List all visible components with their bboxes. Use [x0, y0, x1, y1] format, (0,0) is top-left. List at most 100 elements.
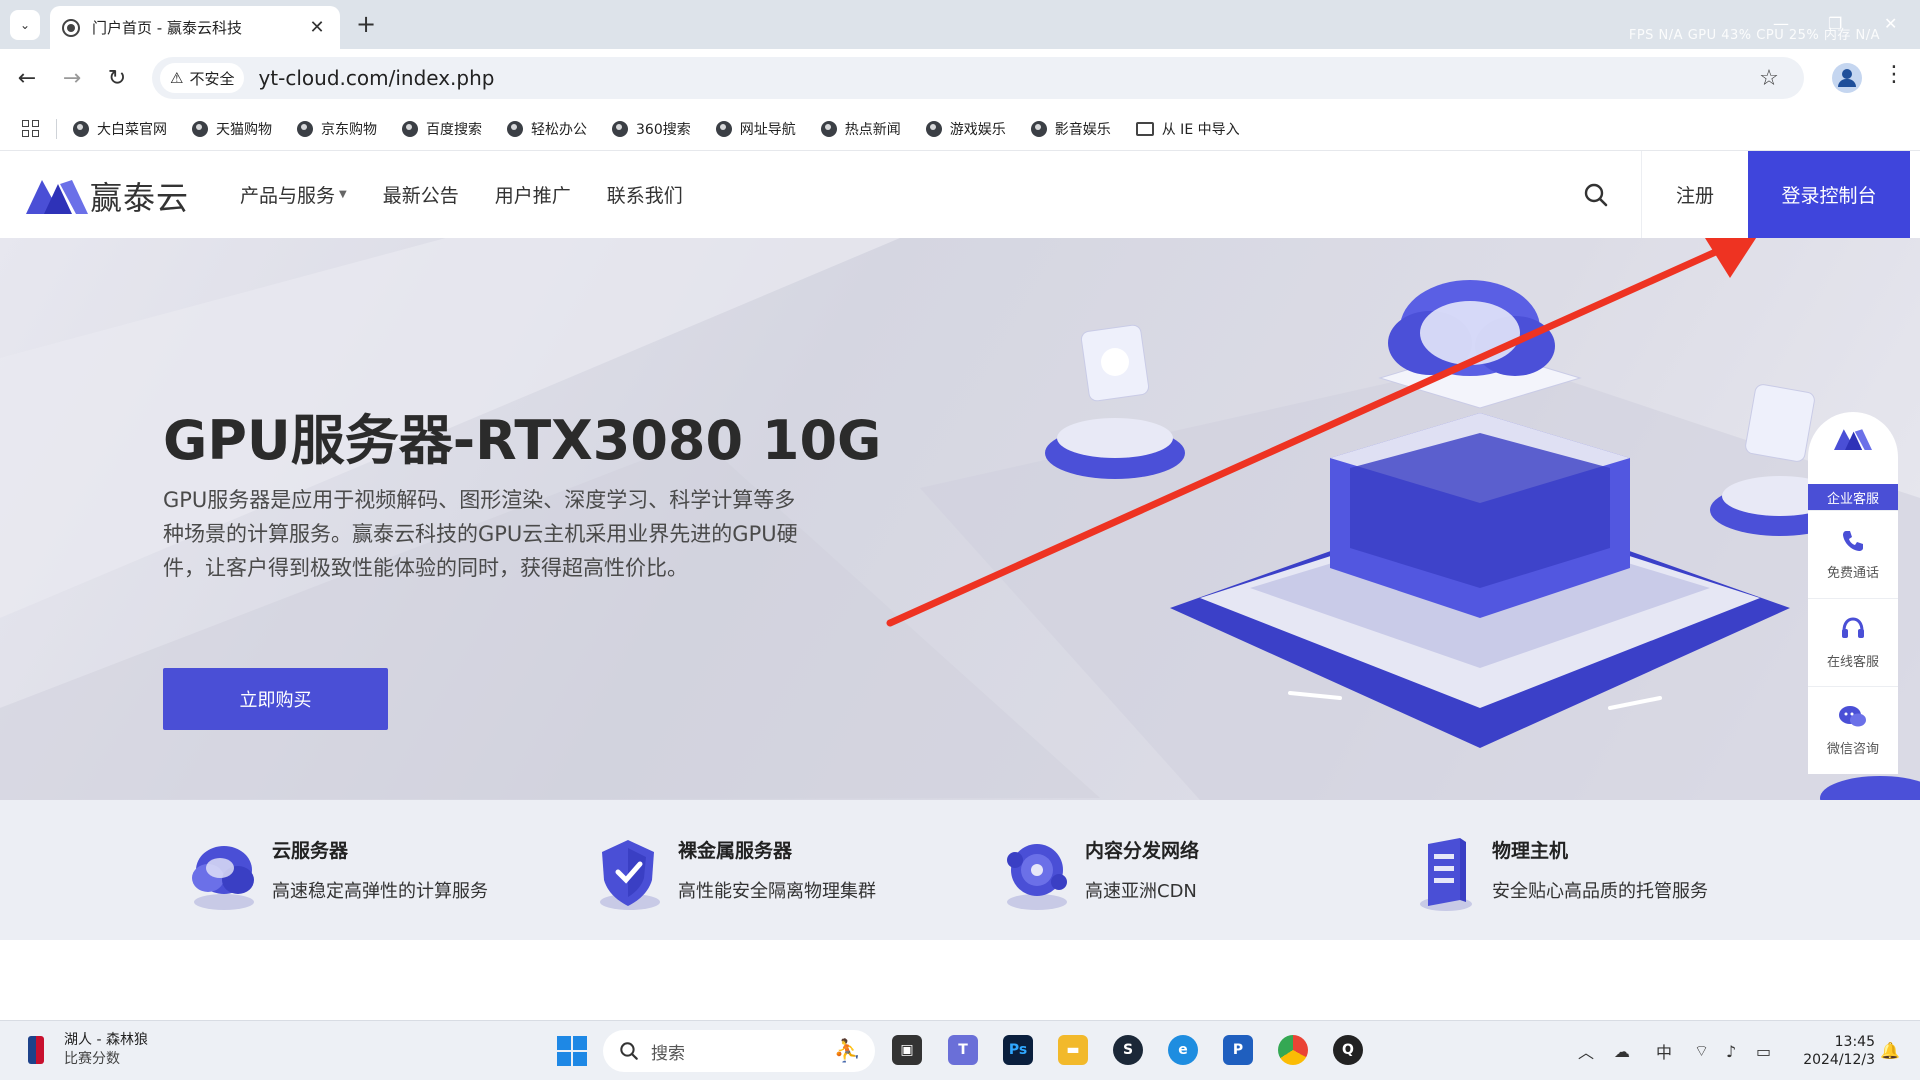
bookmark-item[interactable]: 游戏娱乐 [925, 119, 1006, 139]
browser-menu-icon[interactable]: ⋮ [1883, 62, 1905, 87]
login-console-button[interactable]: 登录控制台 [1748, 151, 1910, 238]
physical-host-icon [1420, 838, 1472, 911]
edge-icon[interactable]: e [1168, 1035, 1198, 1065]
feature-title: 内容分发网络 [1085, 840, 1200, 862]
windows-start-icon[interactable] [557, 1036, 587, 1066]
enterprise-service-label[interactable]: 企业客服 [1808, 484, 1898, 510]
bookmark-item[interactable]: 大白菜官网 [73, 119, 167, 139]
battery-icon[interactable]: ▭ [1756, 1021, 1771, 1080]
globe-icon [925, 120, 942, 137]
news-title: 湖人 - 森林狼 [64, 1032, 148, 1048]
feature-bare-metal[interactable]: 裸金属服务器 高性能安全隔离物理集群 [586, 830, 876, 914]
nav-referral[interactable]: 用户推广 [495, 181, 571, 208]
nav-contact[interactable]: 联系我们 [607, 181, 683, 208]
shield-server-icon [600, 840, 660, 910]
maximize-icon[interactable]: ❐ [1828, 14, 1842, 33]
photoshop-icon[interactable]: Ps [1003, 1035, 1033, 1065]
ime-indicator[interactable]: 中 [1656, 1021, 1672, 1080]
feature-desc: 安全贴心高品质的托管服务 [1492, 881, 1708, 902]
address-bar[interactable]: ⚠ 不安全 yt-cloud.com/index.php ☆ [152, 57, 1804, 99]
site-header: 赢泰云 产品与服务 ▼ 最新公告 用户推广 联系我们 注册 登录控制台 [0, 151, 1920, 238]
system-clock[interactable]: 13:45 2024/12/3 [1795, 1033, 1875, 1069]
bookmark-star-icon[interactable]: ☆ [1754, 66, 1784, 91]
teams-icon[interactable]: T [948, 1035, 978, 1065]
site-logo[interactable]: 赢泰云 [26, 173, 189, 219]
task-view-icon[interactable]: ▣ [892, 1035, 922, 1065]
globe-icon [73, 120, 89, 137]
feature-cdn[interactable]: 内容分发网络 高速亚洲CDN [993, 830, 1199, 914]
qq-icon[interactable]: Q [1333, 1035, 1363, 1065]
volume-icon[interactable]: ♪ [1726, 1021, 1736, 1080]
notification-bell-icon[interactable]: 🔔 [1880, 1041, 1900, 1060]
online-service-button[interactable]: 在线客服 [1808, 598, 1898, 686]
tab-title: 门户首页 - 赢泰云科技 [92, 19, 242, 37]
headset-icon [1842, 617, 1864, 638]
bookmark-item[interactable]: 影音娱乐 [1030, 119, 1111, 139]
window-close-icon[interactable]: ✕ [1884, 14, 1897, 33]
logo-text: 赢泰云 [90, 179, 190, 217]
globe-icon [507, 120, 523, 137]
register-link[interactable]: 注册 [1642, 151, 1748, 238]
bookmark-item[interactable]: 轻松办公 [507, 119, 587, 139]
search-icon [620, 1042, 638, 1060]
feature-cloud-server[interactable]: 云服务器 高速稳定高弹性的计算服务 [180, 830, 488, 914]
bookmarks-bar: 大白菜官网 天猫购物 京东购物 百度搜索 轻松办公 360搜索 网址导航 热点新… [0, 107, 1920, 151]
browser-tab-active[interactable]: 门户首页 - 赢泰云科技 ✕ [50, 6, 340, 49]
chrome-icon[interactable] [1278, 1035, 1308, 1065]
tab-search-button[interactable]: ⌄ [10, 10, 40, 40]
globe-icon [715, 120, 732, 137]
minimize-icon[interactable]: — [1773, 14, 1789, 33]
hero-title: GPU服务器-RTX3080 10G [163, 409, 882, 472]
nav-products[interactable]: 产品与服务 ▼ [240, 181, 347, 208]
news-subtitle: 比赛分数 [64, 1051, 120, 1067]
bookmark-item[interactable]: 热点新闻 [820, 119, 901, 139]
feature-desc: 高性能安全隔离物理集群 [678, 881, 876, 902]
browser-tabstrip: ⌄ 门户首页 - 赢泰云科技 ✕ + FPS N/A GPU 43% CPU 2… [0, 0, 1920, 49]
bookmark-folder[interactable]: 从 IE 中导入 [1135, 119, 1240, 139]
bookmark-item[interactable]: 百度搜索 [402, 119, 482, 139]
cloud-server-icon [192, 846, 254, 910]
url-text[interactable]: yt-cloud.com/index.php [258, 66, 1754, 90]
hero-banner: GPU服务器-RTX3080 10G GPU服务器是应用于视频解码、图形渲染、深… [0, 238, 1920, 800]
bookmark-item[interactable]: 天猫购物 [192, 119, 272, 139]
reload-icon[interactable]: ↻ [102, 63, 132, 93]
search-highlight-icon: ⛹ [833, 1038, 861, 1064]
cdn-icon [1007, 844, 1067, 910]
wechat-consult-button[interactable]: 微信咨询 [1808, 686, 1898, 774]
steam-icon[interactable]: S [1113, 1035, 1143, 1065]
header-search-button[interactable] [1550, 151, 1642, 238]
tab-close-icon[interactable]: ✕ [306, 17, 328, 38]
logo-mark-icon [26, 176, 88, 216]
nav-announcements[interactable]: 最新公告 [383, 181, 459, 208]
file-explorer-icon[interactable]: ▬ [1058, 1035, 1088, 1065]
free-call-button[interactable]: 免费通话 [1808, 510, 1898, 598]
taskbar-search[interactable]: 搜索 ⛹ [603, 1030, 875, 1072]
main-nav: 产品与服务 ▼ 最新公告 用户推广 联系我们 [240, 151, 719, 238]
show-hidden-icons[interactable]: ︿ [1578, 1021, 1594, 1080]
browser-toolbar: ← → ↻ ⚠ 不安全 yt-cloud.com/index.php ☆ ⋮ [0, 49, 1920, 107]
feature-physical-host[interactable]: 物理主机 安全贴心高品质的托管服务 [1400, 830, 1708, 914]
bookmark-item[interactable]: 网址导航 [715, 119, 796, 139]
back-icon[interactable]: ← [12, 63, 42, 93]
bookmark-item[interactable]: 京东购物 [297, 119, 377, 139]
pinned-app-icon[interactable]: P [1223, 1035, 1253, 1065]
warning-icon: ⚠ [170, 69, 184, 87]
apps-grid-icon[interactable] [22, 119, 40, 138]
security-label: 不安全 [189, 69, 235, 88]
bookmark-item[interactable]: 360搜索 [612, 119, 691, 139]
profile-avatar-icon[interactable] [1832, 63, 1862, 93]
globe-icon [612, 120, 628, 137]
service-logo[interactable] [1808, 412, 1898, 484]
taskbar-search-label: 搜索 [651, 1043, 685, 1064]
security-indicator[interactable]: ⚠ 不安全 [160, 63, 245, 93]
features-strip: 云服务器 高速稳定高弹性的计算服务 裸金属服务器 高性能安全隔离物理集群 内容分… [0, 800, 1920, 940]
news-widget[interactable]: 湖人 - 森林狼 比赛分数 [28, 1031, 148, 1069]
chat-icon [1839, 706, 1866, 727]
forward-icon[interactable]: → [57, 63, 87, 93]
globe-icon [1030, 120, 1047, 137]
onedrive-icon[interactable]: ☁ [1614, 1021, 1630, 1080]
new-tab-button[interactable]: + [352, 10, 380, 38]
globe-icon [820, 120, 837, 137]
buy-now-button[interactable]: 立即购买 [163, 668, 388, 730]
wifi-icon[interactable]: ⌔ [1694, 1021, 1709, 1080]
